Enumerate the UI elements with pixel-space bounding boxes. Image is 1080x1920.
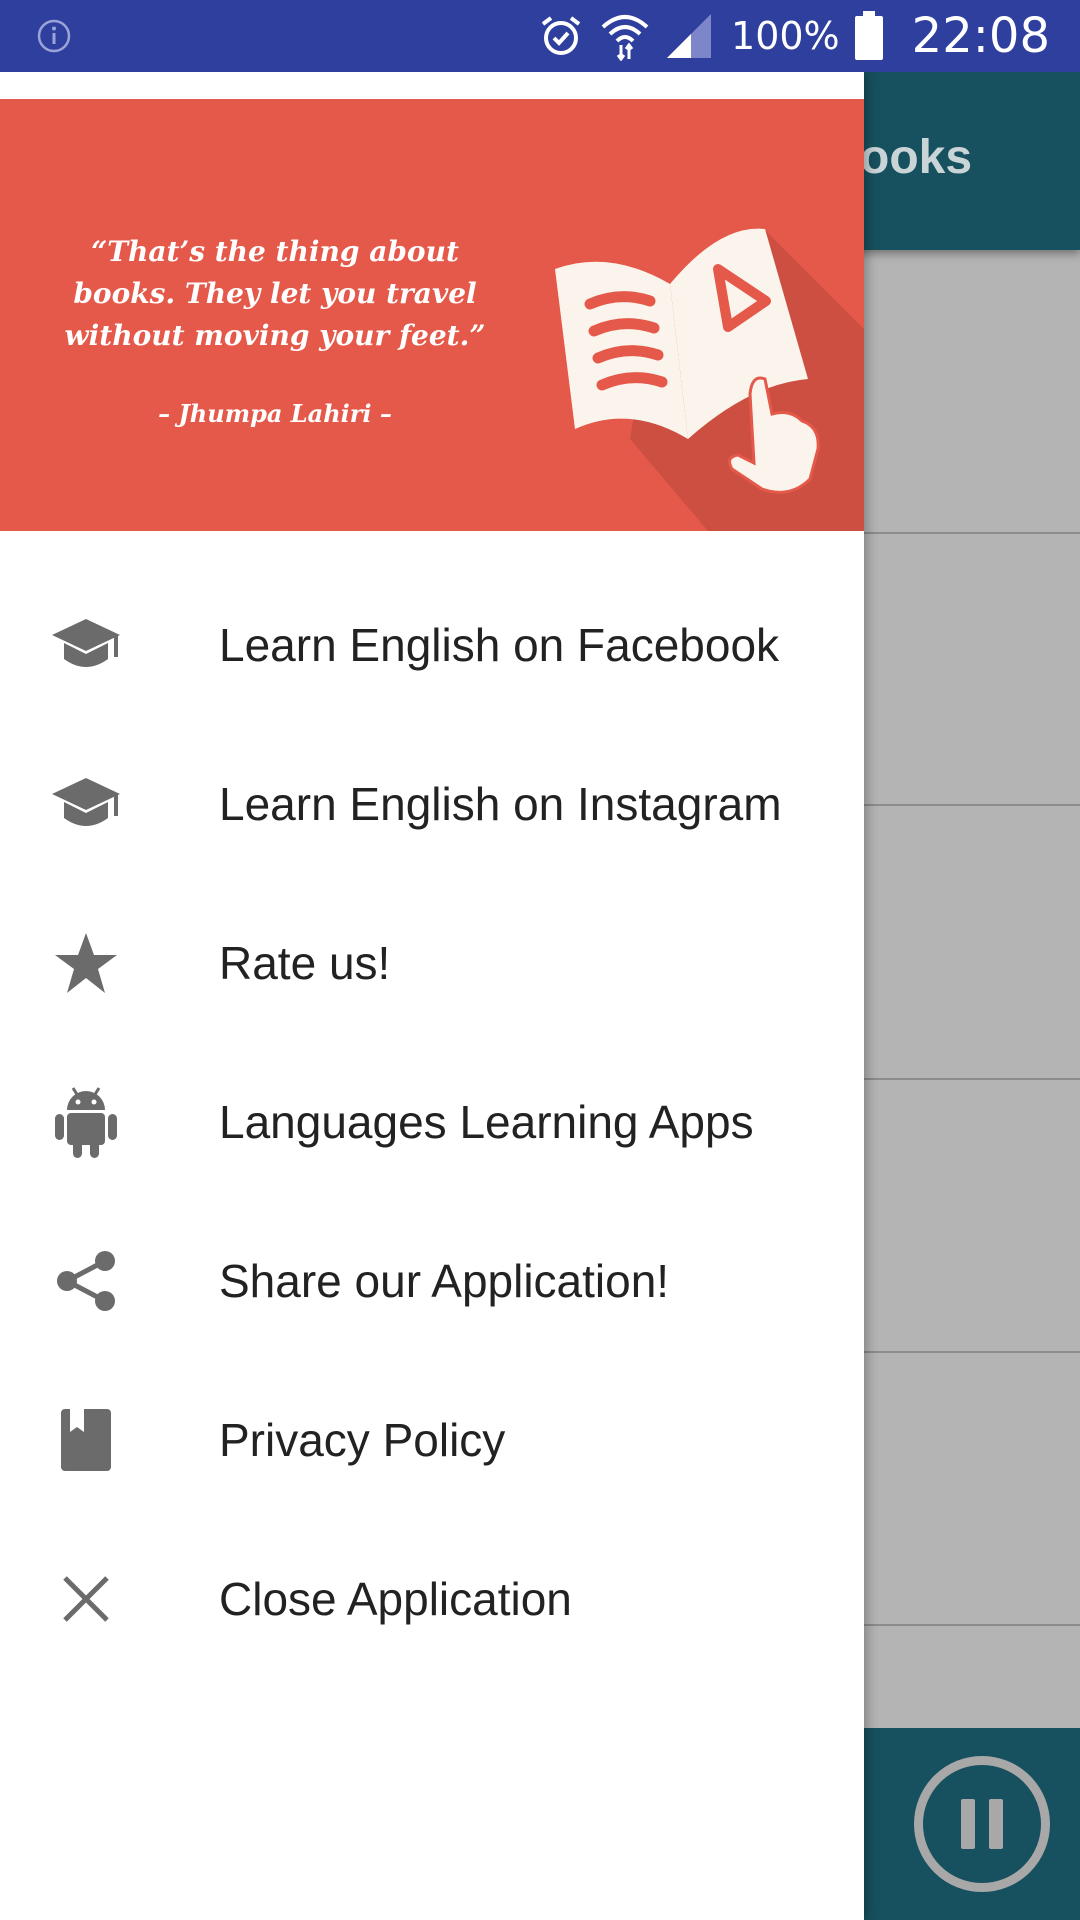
pause-button[interactable] — [914, 1756, 1050, 1892]
menu-item-label: Learn English on Facebook — [219, 618, 780, 671]
menu-item-languages-learning-apps[interactable]: Languages Learning Apps — [0, 1042, 864, 1201]
pause-icon — [961, 1799, 975, 1849]
header-quote: “That’s the thing about books. They let … — [64, 235, 486, 352]
menu-item-rate-us[interactable]: Rate us! — [0, 883, 864, 1042]
book-icon — [50, 1404, 122, 1476]
menu-item-label: Languages Learning Apps — [219, 1095, 754, 1148]
star-icon — [50, 927, 122, 999]
alarm-icon — [537, 12, 585, 60]
share-icon — [50, 1245, 122, 1317]
drawer-header: “That’s the thing about books. They let … — [0, 99, 864, 531]
menu-item-label: Learn English on Instagram — [219, 777, 782, 830]
menu-item-share-application[interactable]: Share our Application! — [0, 1201, 864, 1360]
menu-item-close-application[interactable]: Close Application — [0, 1519, 864, 1678]
android-icon — [50, 1086, 122, 1158]
info-icon — [36, 18, 72, 54]
graduation-cap-icon — [50, 768, 122, 840]
open-book-illustration — [555, 227, 864, 531]
navigation-drawer: “That’s the thing about books. They let … — [0, 72, 864, 1920]
status-bar: 100% 22:08 — [0, 0, 1080, 72]
graduation-cap-icon — [50, 609, 122, 681]
close-icon — [50, 1563, 122, 1635]
battery-percent: 100% — [731, 14, 840, 58]
menu-item-label: Close Application — [219, 1572, 572, 1625]
signal-icon — [665, 12, 713, 60]
menu-item-learn-english-facebook[interactable]: Learn English on Facebook — [0, 565, 864, 724]
menu-item-learn-english-instagram[interactable]: Learn English on Instagram — [0, 724, 864, 883]
menu-item-label: Share our Application! — [219, 1254, 670, 1307]
header-quote-author: – Jhumpa Lahiri – — [158, 399, 392, 428]
menu-item-privacy-policy[interactable]: Privacy Policy — [0, 1360, 864, 1519]
app-toolbar-title: ooks — [860, 131, 973, 184]
menu-item-label: Privacy Policy — [219, 1413, 506, 1466]
battery-icon — [854, 11, 884, 61]
wifi-icon — [599, 11, 651, 61]
menu-item-label: Rate us! — [219, 936, 391, 989]
drawer-menu: Learn English on Facebook Learn English … — [0, 565, 864, 1678]
clock: 22:08 — [911, 8, 1050, 64]
